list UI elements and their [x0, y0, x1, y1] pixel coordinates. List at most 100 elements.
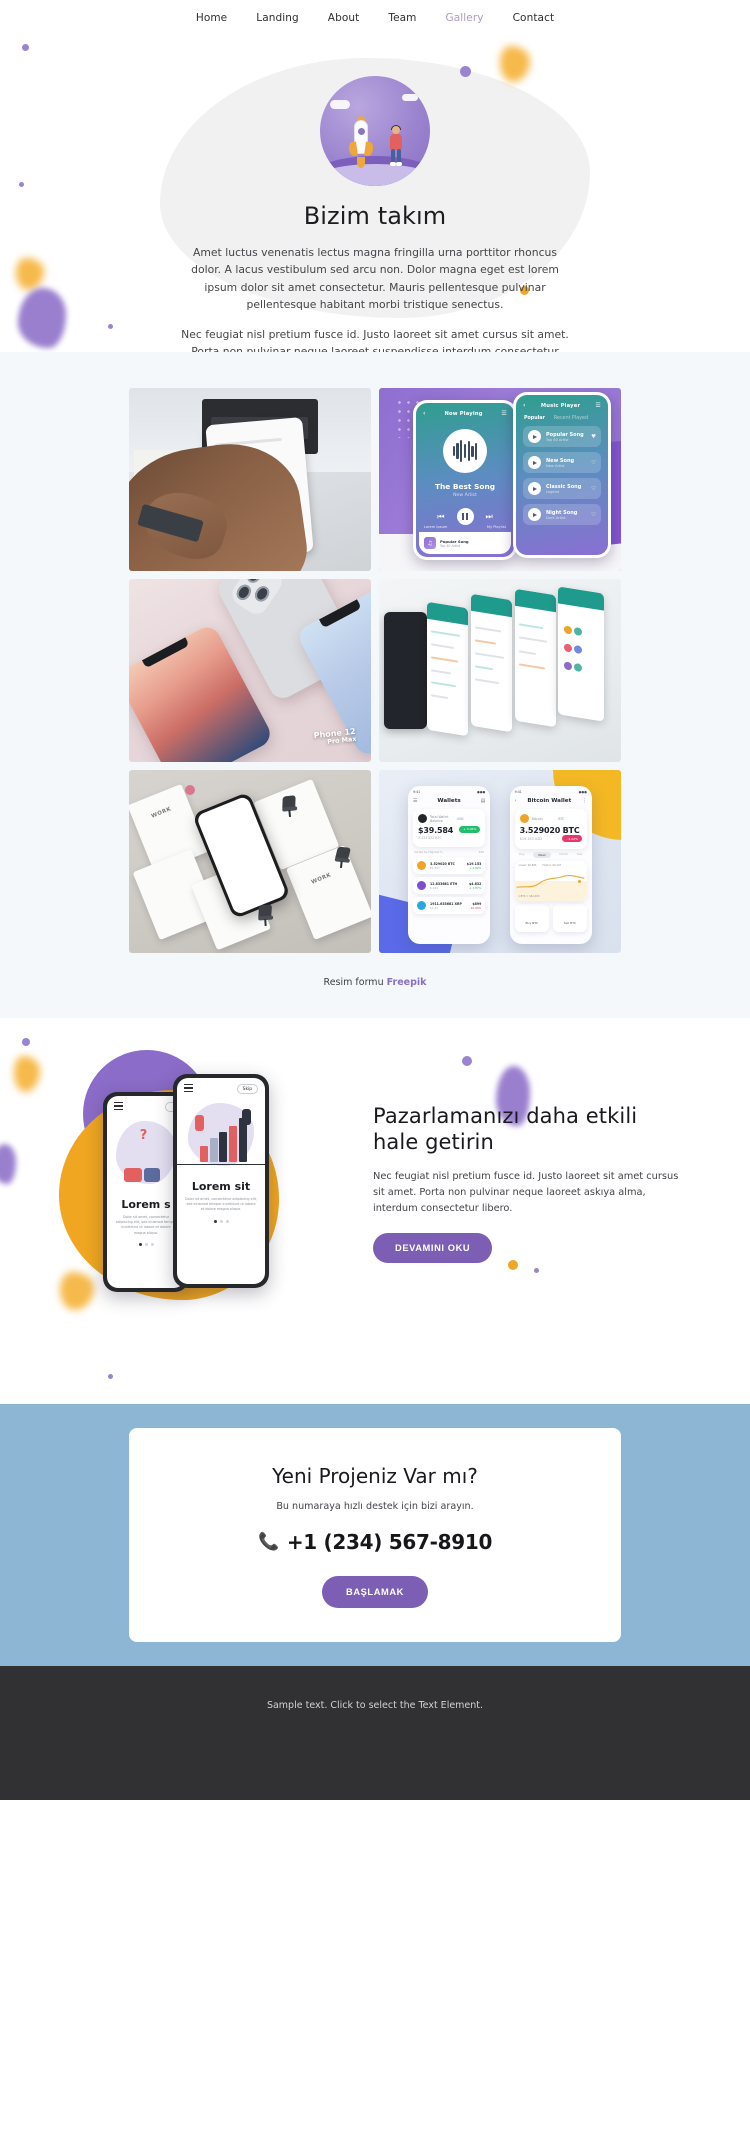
asset-row[interactable]: 1911.633681 XRP $1.43 $899 - 10.00%	[413, 897, 486, 915]
hero-paragraph-2: Nec feugiat nisl pretium fusce id. Justo…	[181, 327, 569, 352]
wallets-screen: 9:41 ●●● ☰ Wallets ▤ Total Wallet Balance…	[408, 786, 491, 944]
play-icon[interactable]	[528, 508, 541, 521]
nav-item-landing[interactable]: Landing	[256, 12, 299, 24]
bitcoin-wallet-screen: 9:41 ●●● ‹ Bitcoin Wallet ⋮ Bitcoin BTC 3…	[509, 786, 592, 944]
bitcoin-wallet-title: Bitcoin Wallet	[527, 798, 572, 805]
asset-row[interactable]: 12.833681 ETH $.431 $4.632 + 3.87%	[413, 877, 486, 895]
play-icon[interactable]	[528, 430, 541, 443]
chart-note: 1 BTC = $61.483	[518, 895, 540, 899]
phone-headline-front: Lorem sit	[191, 1180, 251, 1194]
nav-item-contact[interactable]: Contact	[513, 12, 555, 24]
list-icon: ☰	[595, 402, 601, 409]
eth-icon	[417, 881, 427, 891]
carousel-dots[interactable]	[177, 1219, 265, 1223]
heart-icon[interactable]: ♥	[591, 434, 596, 440]
deco-dot-purple-1	[22, 44, 29, 51]
track-row[interactable]: Popular Song Top 40 Artist ♥	[523, 426, 601, 447]
coin-usd: $19.153 USD	[519, 837, 543, 842]
now-playing-title: Now Playing	[444, 410, 483, 417]
list-icon: ☰	[501, 410, 507, 417]
asset-sub: $1.347	[430, 865, 440, 870]
image-credit: Resim formu Freepik	[0, 977, 750, 988]
menu-icon[interactable]: ☰	[413, 798, 417, 804]
person-illustration	[388, 125, 404, 166]
nav-item-team[interactable]: Team	[388, 12, 416, 24]
track-row[interactable]: New Song New Artist ♡	[523, 452, 601, 473]
next-icon[interactable]: ⏭	[486, 512, 493, 522]
assets-filter[interactable]: 24H	[479, 850, 485, 854]
chart-tab-week[interactable]: Week	[533, 852, 551, 859]
currency-selector[interactable]: USD	[457, 817, 481, 821]
credit-text: Resim formu	[323, 977, 384, 988]
gallery-image-hand-holding-phone[interactable]	[129, 388, 371, 571]
gallery-section: ‹ Now Playing ☰ The Best Song New Artist…	[0, 352, 750, 1018]
gallery-image-music-player[interactable]: ‹ Now Playing ☰ The Best Song New Artist…	[379, 388, 621, 571]
music-player-phone: ‹ Now Playing ☰ The Best Song New Artist…	[413, 400, 517, 560]
deco-blur-orange-3	[14, 1056, 40, 1092]
heart-icon[interactable]: ♡	[591, 486, 596, 492]
back-icon: ‹	[523, 402, 526, 409]
footer-playlist-label: My Playlist	[486, 525, 506, 529]
tab-popular[interactable]: Popular	[524, 416, 545, 421]
nav-item-about[interactable]: About	[328, 12, 360, 24]
heart-icon[interactable]: ♡	[591, 460, 596, 466]
chart-tab-year[interactable]: Year	[577, 852, 583, 858]
song-artist: New Artist	[453, 493, 477, 498]
phone-model-label: Phone 12 Pro Max	[313, 726, 358, 746]
back-icon[interactable]: ‹	[515, 798, 517, 804]
gallery-grid: ‹ Now Playing ☰ The Best Song New Artist…	[129, 388, 621, 953]
track-row[interactable]: Night Song Dark Artist ♡	[523, 504, 601, 525]
cta-subtitle: Bu numaraya hızlı destek için bizi arayı…	[276, 1501, 474, 1512]
asset-change: + 4.02%	[469, 865, 482, 870]
gallery-image-phone-workspace[interactable]: WORK WORK	[129, 770, 371, 953]
play-icon[interactable]	[528, 456, 541, 469]
gallery-image-crypto-wallet[interactable]: 9:41 ●●● ☰ Wallets ▤ Total Wallet Balance…	[379, 770, 621, 953]
back-icon: ‹	[423, 410, 426, 417]
footer-text: Sample text. Click to select the Text El…	[266, 1700, 484, 1711]
sell-btc-button[interactable]: Sell BTC	[552, 904, 587, 933]
coin-icon	[418, 814, 428, 824]
play-icon[interactable]	[528, 482, 541, 495]
heart-icon[interactable]: ♡	[591, 512, 596, 518]
bitcoin-icon	[519, 814, 529, 824]
asset-change: + 3.87%	[469, 885, 482, 890]
coin-ticker: BTC	[558, 816, 565, 821]
gallery-image-phone-12-pro-max[interactable]: Phone 12 Pro Max	[129, 579, 371, 762]
rocket-icon	[348, 116, 374, 168]
tab-recent-played[interactable]: Recent Played	[554, 416, 588, 421]
previous-icon[interactable]: ⏮	[437, 512, 444, 522]
balance-btc: 7.251332 BTC	[418, 836, 442, 841]
more-icon[interactable]: ⋮	[582, 798, 587, 804]
main-navigation: Home Landing About Team Gallery Contact	[0, 0, 750, 36]
nav-item-gallery[interactable]: Gallery	[446, 12, 484, 24]
chart-tab-month[interactable]: Month	[559, 852, 568, 858]
nav-item-home[interactable]: Home	[196, 12, 227, 24]
menu-icon[interactable]	[114, 1102, 123, 1112]
coin-name: Bitcoin	[531, 816, 543, 821]
buy-btc-button[interactable]: Buy BTC	[514, 904, 549, 933]
chart-legend-low: Lower: $0.895	[518, 864, 537, 868]
cta-section: Yeni Projeniz Var mı? Bu numaraya hızlı …	[0, 1404, 750, 1666]
card-icon[interactable]: ▤	[481, 798, 486, 804]
menu-icon[interactable]	[184, 1084, 193, 1094]
rocket-launch-illustration	[320, 76, 430, 186]
skip-button[interactable]: Skip	[236, 1084, 258, 1095]
hero-section: Bizim takım Amet luctus venenatis lectus…	[0, 36, 750, 352]
cta-start-button[interactable]: BAŞLAMAK	[322, 1576, 428, 1608]
chart-tab-day[interactable]: Day	[519, 852, 525, 858]
track-artist: Top 40 Artist	[546, 437, 569, 442]
cloud-shape	[330, 100, 350, 109]
freepik-link[interactable]: Freepik	[387, 977, 427, 988]
pause-button[interactable]	[456, 508, 474, 525]
track-row[interactable]: Classic Song Legend ♡	[523, 478, 601, 499]
total-balance-card: Total Wallet Balance USD $39.584 + 3.06%…	[413, 809, 486, 848]
marketing-title: Pazarlamanızı daha etkili hale getirin	[373, 1103, 638, 1155]
gallery-image-chat-app-screens[interactable]	[379, 579, 621, 762]
cloud-shape	[402, 94, 418, 101]
asset-row[interactable]: 3.529020 BTC $1.347 $19.153 + 4.02%	[413, 857, 486, 875]
cta-phone-number[interactable]: 📞 +1 (234) 567-8910	[129, 1530, 621, 1554]
mini-track-title: Popular Song	[440, 538, 469, 544]
footer: Sample text. Click to select the Text El…	[0, 1666, 750, 1800]
cta-card: Yeni Projeniz Var mı? Bu numaraya hızlı …	[129, 1428, 621, 1642]
marketing-read-more-button[interactable]: DEVAMINI OKU	[373, 1233, 493, 1264]
